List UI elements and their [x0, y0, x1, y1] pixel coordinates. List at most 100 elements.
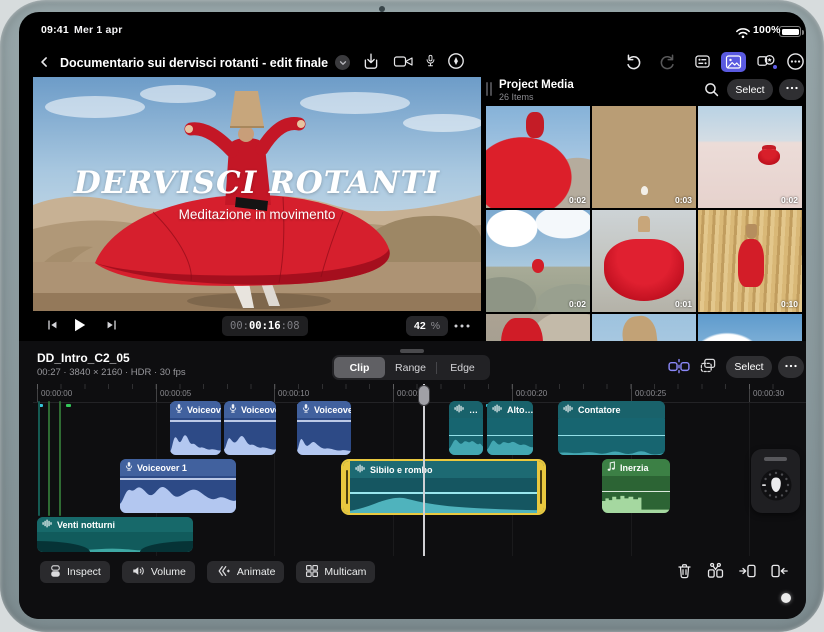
viewer-more-button[interactable] [452, 319, 472, 333]
edit-mode-segmented-control: Clip Range Edge [332, 355, 490, 380]
previous-frame-icon [45, 318, 60, 332]
animate-button[interactable]: Animate [207, 561, 285, 583]
media-thumbnail[interactable] [592, 314, 696, 341]
effects-button[interactable] [756, 52, 776, 69]
timeline-toolbar: Inspect Volume Animate Multicam [40, 561, 375, 583]
segment-edge[interactable]: Edge [437, 357, 488, 378]
volume-line[interactable] [343, 492, 544, 494]
volume-line[interactable] [602, 491, 670, 493]
jog-drag-bar[interactable] [764, 457, 787, 461]
timeline-clip-inerzia[interactable]: Inerzia [602, 459, 670, 513]
trim-handle-left[interactable] [343, 461, 350, 513]
timeline-clip-venti[interactable]: Venti notturni [37, 517, 193, 552]
insert-clip-button[interactable] [738, 562, 757, 580]
media-thumbnail[interactable]: 0:10 [698, 210, 802, 312]
timeline-clip-thin[interactable] [48, 401, 50, 516]
zoom-level-control[interactable]: 42 % [406, 316, 448, 336]
jog-dial [756, 465, 796, 505]
screen: 09:41 Mer 1 apr 100% Documentario sui de… [19, 12, 806, 619]
timeline-clip-alto[interactable]: Alto… [487, 401, 533, 455]
media-thumbnail[interactable]: 0:03 [592, 106, 696, 208]
waveform-icon [454, 404, 465, 415]
segment-range[interactable]: Range [385, 357, 436, 378]
overwrite-clip-button[interactable] [770, 562, 789, 580]
timeline-clip-thin[interactable] [59, 401, 61, 516]
pencil-button[interactable] [447, 52, 465, 70]
timeline-clip-voiceover2[interactable]: Voiceover 2 [170, 401, 221, 455]
inspect-button[interactable]: Inspect [40, 561, 110, 583]
media-thumbnail[interactable] [698, 314, 802, 341]
edit-actions [676, 562, 789, 580]
jog-wheel[interactable] [751, 449, 800, 513]
timeline-clip-audio[interactable]: … [449, 401, 483, 455]
undo-button[interactable] [623, 52, 642, 71]
panel-drag-handle[interactable] [490, 82, 492, 96]
timeline-select-button[interactable]: Select [726, 356, 772, 378]
camera-button[interactable] [393, 53, 414, 70]
volume-line[interactable] [449, 435, 483, 437]
redo-button[interactable] [659, 52, 678, 71]
play-button[interactable] [70, 315, 88, 335]
waveform-icon [563, 404, 574, 415]
media-browser-button[interactable] [721, 52, 746, 72]
pencil-hover-indicator [781, 593, 791, 603]
playhead-handle[interactable] [418, 385, 430, 406]
panel-drag-handle[interactable] [486, 82, 488, 96]
media-thumbnail[interactable]: 0:02 [486, 210, 590, 312]
media-thumbnail[interactable] [486, 314, 590, 341]
media-thumbnail[interactable]: 0:01 [592, 210, 696, 312]
import-icon [362, 52, 380, 71]
back-button[interactable] [38, 54, 51, 70]
timeline-resize-handle[interactable] [400, 349, 424, 353]
inspector-button[interactable] [693, 53, 712, 70]
mic-icon [424, 52, 437, 70]
media-thumbnail[interactable]: 0:02 [486, 106, 590, 208]
timeline-clip-voiceover3[interactable]: Voiceover 3 [297, 401, 351, 455]
inspector-icon [693, 53, 712, 70]
ipad-device: 09:41 Mer 1 apr 100% Documentario sui de… [0, 0, 824, 632]
waveform-icon [492, 404, 503, 415]
overlay-view-button[interactable] [699, 357, 717, 374]
project-title-menu[interactable]: Documentario sui dervisci rotanti - edit… [60, 55, 350, 70]
previous-frame-button[interactable] [45, 318, 60, 332]
ellipsis-icon [785, 83, 799, 96]
ruler-tick: 00:00:00 [37, 384, 38, 402]
blade-button[interactable] [706, 562, 725, 580]
media-thumbnail[interactable]: 0:02 [698, 106, 802, 208]
delete-button[interactable] [676, 562, 693, 580]
volume-button[interactable]: Volume [122, 561, 195, 583]
timecode-display[interactable]: 00:00:16:08 [222, 316, 308, 336]
timeline-clip-thin[interactable] [38, 401, 40, 516]
volume-line[interactable] [487, 435, 533, 437]
timeline-clip-voiceover2[interactable]: Voiceover 2 [224, 401, 276, 455]
media-search-button[interactable] [703, 81, 720, 98]
trim-handle-right[interactable] [537, 461, 544, 513]
trash-icon [676, 562, 693, 580]
media-more-button[interactable] [779, 79, 804, 100]
timeline-clip-contatore[interactable]: Contatore [558, 401, 665, 455]
next-frame-button[interactable] [104, 318, 119, 332]
volume-line[interactable] [558, 435, 665, 437]
mic-icon [175, 403, 183, 416]
timeline-clip-sibilo-selected[interactable]: Sibilo e rombo [341, 459, 546, 515]
segment-clip[interactable]: Clip [334, 357, 385, 378]
import-button[interactable] [362, 52, 380, 71]
media-panel-title: Project Media [499, 79, 574, 91]
volume-line[interactable] [224, 420, 276, 422]
timeline-more-button[interactable] [778, 356, 804, 378]
playhead[interactable] [423, 384, 425, 556]
more-button[interactable] [786, 52, 805, 71]
mic-button[interactable] [424, 52, 437, 70]
multicam-button[interactable]: Multicam [296, 561, 375, 583]
preview-subtitle-overlay: Meditazione in movimento [33, 207, 481, 222]
clip-label: Contatore [578, 405, 621, 415]
volume-line[interactable] [170, 420, 221, 422]
media-select-button[interactable]: Select [727, 79, 773, 100]
chevron-down-icon [335, 55, 350, 70]
audio-waveform [449, 433, 483, 455]
timeline-clip-voiceover1[interactable]: Voiceover 1 [120, 459, 236, 513]
audio-waveform [602, 489, 670, 513]
magnetic-timeline-button[interactable] [668, 358, 690, 374]
volume-line[interactable] [120, 478, 236, 480]
volume-line[interactable] [297, 420, 351, 422]
